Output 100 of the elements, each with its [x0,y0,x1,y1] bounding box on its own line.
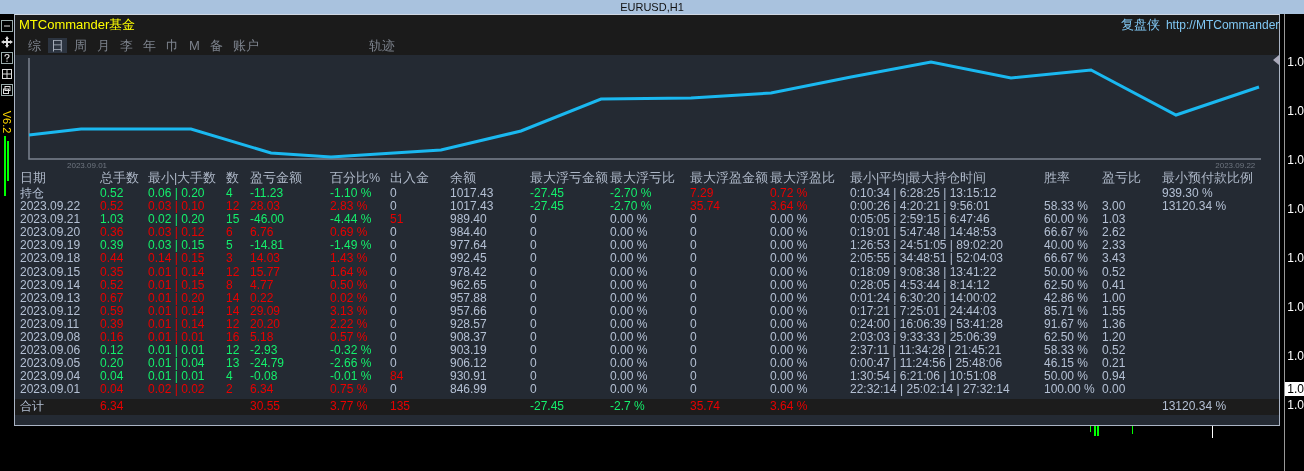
row-label: 持仓 [20,187,45,201]
table-cell-text: 1.03 [100,213,125,227]
table-cell-text: 0 [390,265,398,279]
row-label: 2023.09.08 [20,331,82,345]
table-cell-text: 0 [690,331,698,345]
move-arrows-icon[interactable] [1,36,13,48]
table-cell-text: 2.22 % [330,317,369,332]
table-cell-text: 0.00 % [610,331,649,345]
table-cell-text: 984.40 [450,226,488,240]
table-cell-text: 0 [530,370,538,384]
table-cell-text: 1.00 [1102,291,1127,305]
table-cell-text: 0 [690,239,698,253]
period-tab[interactable]: 周 [71,37,90,53]
table-cell-text: -4.44 % [330,213,373,227]
column-header: 百分比% [330,170,382,187]
table-cell-text: 0:01:24 | 6:30:20 | 14:00:02 [850,291,998,305]
table-cell-text: 0.00 % [770,331,809,345]
table-cell-text: 2 [226,383,234,397]
table-cell-text: 0 [530,278,538,292]
table-cell-text: -27.45 [530,200,566,214]
period-tab[interactable]: M [186,37,203,53]
table-cell-text: 957.66 [450,304,488,318]
restore-icon[interactable] [1,84,13,96]
period-tab[interactable]: 月 [94,37,113,53]
table-cell-text: 58.33 % [1044,200,1090,214]
table-cell-text: 0 [530,239,538,253]
period-tab[interactable]: 李 [117,37,136,53]
period-tab[interactable]: 年 [140,37,159,53]
table-cell-text: 0 [530,317,538,332]
table-cell-text: 46.15 % [1044,357,1090,371]
table-cell-text: 0.00 % [610,252,649,266]
table-cell-text: 0.00 % [770,265,809,279]
period-tab[interactable]: 综 [25,37,44,53]
table-cell-text: 977.64 [450,239,488,253]
table-cell-text: 12 [226,317,241,332]
table-cell-text: 42.86 % [1044,291,1090,305]
table-cell-text: 2:37:11 | 11:34:28 | 21:45:21 [850,344,1003,358]
row-label: 2023.09.14 [20,278,82,292]
grid-icon[interactable] [1,68,13,80]
table-cell-text: 0:10:34 | 6:28:25 | 13:15:12 [850,187,998,201]
table-cell-text: 906.12 [450,357,488,371]
row-label: 2023.09.05 [20,357,82,371]
table-cell-text: 0 [690,383,698,397]
table-cell-text: 0.00 % [610,239,649,253]
period-tab[interactable]: 巾 [163,37,182,53]
table-cell-text: 0.00 % [610,304,649,318]
table-cell-text: 91.67 % [1044,317,1090,332]
table-cell-text: 1:26:53 | 24:51:05 | 89:02:20 [850,239,1005,253]
table-cell-text: 846.99 [450,383,488,397]
table-cell-text: 0.00 % [610,383,649,397]
period-tab[interactable]: 备 [206,37,226,53]
table-cell-text: 0.41 [1102,278,1127,292]
column-header: 最大浮盈金额 [690,170,769,187]
table-cell-text: 12 [226,265,241,279]
table-cell-text: -11.23 [250,187,285,201]
table-cell-text: 1.20 [1102,331,1127,345]
table-cell-text: 928.57 [450,317,488,332]
table-cell-text: -27.45 [530,187,566,201]
row-label: 2023.09.22 [20,200,82,214]
table-cell-text: 0.67 [100,291,125,305]
price-label: 1.0 [1286,349,1304,363]
table-cell-text: 0 [690,226,698,240]
table-cell-text: 0 [390,383,398,397]
help-icon[interactable] [1,52,13,64]
table-cell-text: 7.29 [690,187,715,201]
table-cell-text: 2.62 [1102,226,1127,240]
table-cell-text: 0 [530,213,538,227]
table-cell-text: 0.00 % [770,344,809,358]
collapse-arrow-icon[interactable] [1273,55,1280,65]
table-cell-text: 0 [390,239,398,253]
table-cell-text: 0 [530,357,538,371]
table-cell-text: 50.00 % [1044,265,1090,279]
website-link[interactable]: http://MTCommander [1165,18,1280,32]
period-tab[interactable]: 账户 [229,37,262,53]
table-cell-text: 100.00 % [1044,383,1096,397]
table-cell-text: 0.44 [100,252,125,266]
table-cell-text: 3.00 [1102,200,1127,214]
table-cell-text: 3.64 % [770,200,809,214]
table-cell-text: 0.22 [250,291,275,305]
table-cell-text: 135 [390,399,412,413]
table-cell-text: 0.57 % [330,331,369,345]
table-cell-text: 0 [530,344,538,358]
table-cell-text: 66.67 % [1044,252,1090,266]
table-cell-text: 0.00 % [770,239,809,253]
window-title: EURUSD,H1 [620,1,684,13]
volume-bars-drawing [3,136,11,196]
period-tab[interactable]: 日 [48,37,67,53]
table-cell-text: 0.72 % [770,187,809,201]
table-cell-text: 0 [390,226,398,240]
table-cell-text: 0.00 % [770,357,809,371]
column-header: 数 [226,170,240,187]
table-cell-text: 0 [690,213,698,227]
minimize-icon[interactable] [1,20,13,32]
table-cell-text: 85.71 % [1044,304,1090,318]
table-cell-text: 0 [690,357,698,371]
row-label: 2023.09.21 [20,213,82,227]
row-label: 2023.09.11 [20,317,81,332]
trace-button[interactable]: 轨迹 [365,37,398,53]
table-cell-text: 0.01 | 0.14 [148,317,206,332]
table-cell-text: 0.01 | 0.04 [148,357,206,371]
